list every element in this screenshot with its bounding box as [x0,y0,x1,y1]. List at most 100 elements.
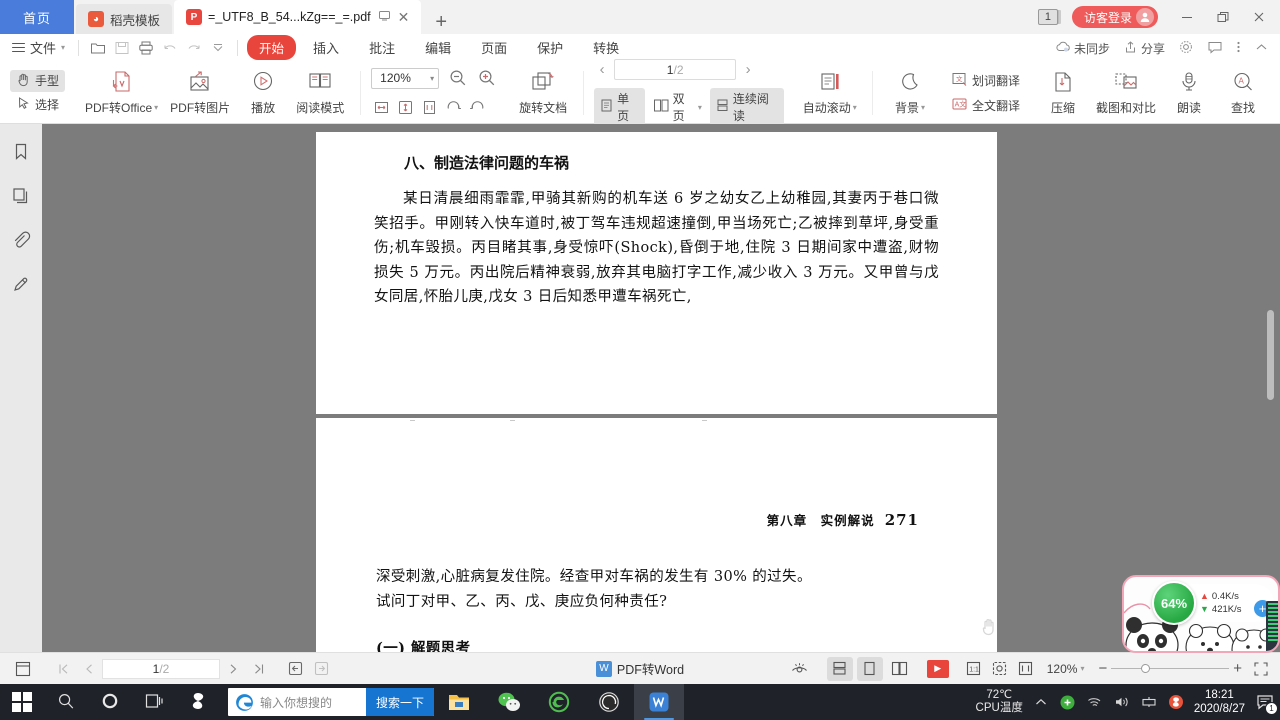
login-button[interactable]: 访客登录 [1071,6,1158,28]
open-icon[interactable] [86,37,110,59]
notification-center-button[interactable]: 1 [1254,691,1278,715]
fit-width-icon[interactable] [1015,659,1037,679]
taskbar-search-submit[interactable]: 搜索一下 [366,688,435,716]
file-menu-button[interactable]: 文件 ▾ [6,38,71,57]
ime-icon[interactable] [1140,693,1158,711]
sync-status-button[interactable]: 未同步 [1050,40,1115,57]
minimize-button[interactable] [1170,2,1204,32]
fullscreen-icon[interactable] [1250,659,1272,679]
start-button[interactable] [0,684,44,720]
tab-pdf-document[interactable]: P =_UTF8_B_54...kZg==_=.pdf ✕ [174,0,422,34]
show-hidden-icons-icon[interactable] [1032,693,1050,711]
vertical-scrollbar-thumb[interactable] [1267,310,1274,400]
tab-restore-icon[interactable] [377,9,392,25]
next-page-icon[interactable] [220,657,246,681]
ribbon-tab-comment[interactable]: 批注 [356,35,408,60]
rotate-left-icon[interactable] [467,97,488,118]
volume-icon[interactable] [1113,693,1131,711]
presentation-play-button[interactable]: ▶ [926,659,949,678]
view-continuous-icon[interactable] [826,656,853,681]
document-count-badge[interactable]: 1 [1037,9,1058,25]
taskbar-search-box[interactable]: 输入你想搜的 搜索一下 [228,688,435,716]
status-page-input[interactable]: 1/2 [102,658,220,679]
zoom-slider-track[interactable] [1111,664,1230,673]
cpu-usage-badge[interactable]: 64% [1152,581,1196,625]
actual-size-icon[interactable]: 1:1 [963,659,985,679]
eye-protect-icon[interactable] [787,657,813,681]
zoom-slider[interactable]: − + [1094,660,1246,677]
maximize-button[interactable] [1206,2,1240,32]
zoom-out-icon[interactable] [447,68,468,89]
zoom-slider-knob[interactable] [1141,664,1151,673]
network-monitor-widget[interactable]: ▲ 0.4K/s ▼ 421K/s 64% + [1122,575,1280,653]
forward-view-icon[interactable] [308,657,334,681]
last-page-icon[interactable] [246,657,272,681]
feedback-button[interactable] [1202,40,1228,57]
page-number-input[interactable]: 1/2 [614,59,737,80]
wifi-icon[interactable] [1086,693,1104,711]
back-view-icon[interactable] [282,657,308,681]
new-tab-button[interactable]: + [421,12,461,34]
fit-width-icon[interactable] [371,97,392,118]
thumbnail-icon[interactable] [9,184,33,208]
fit-page-icon[interactable] [395,97,416,118]
pdf-viewport[interactable]: 八、制造法律问题的车祸 某日清晨细雨霏霏,甲骑其新购的机车送 6 岁之幼女乙上幼… [42,124,1280,652]
taskbar-clock[interactable]: 18:21 2020/8/27 [1194,688,1245,716]
zoom-in-icon[interactable] [476,68,497,89]
select-tool-button[interactable]: 选择 [10,94,65,116]
double-page-button[interactable]: 双页 ▾ [648,88,707,126]
vertical-scrollbar-track[interactable] [1267,124,1277,652]
ribbon-tab-protect[interactable]: 保护 [524,35,576,60]
collapse-ribbon-button[interactable] [1249,40,1274,57]
close-button[interactable] [1242,2,1276,32]
pdf-to-word-status-button[interactable]: W PDF转Word [595,659,684,678]
zoom-level-select[interactable]: 120% ▾ [371,67,440,89]
cortana-button[interactable] [88,684,132,720]
ribbon-tab-convert[interactable]: 转换 [580,35,632,60]
print-icon[interactable] [134,37,158,59]
background-button[interactable]: 背景 ▾ [883,68,937,118]
find-button[interactable]: A 查找 [1216,68,1270,118]
bookmark-icon[interactable] [9,140,33,164]
status-zoom-level[interactable]: 120% ▾ [1047,662,1085,676]
read-mode-button[interactable]: 阅读模式 [290,68,350,118]
screenshot-compare-button[interactable]: 截图和对比 [1090,68,1162,118]
prev-page-icon[interactable] [76,657,102,681]
prev-page-icon[interactable]: ‹ [594,61,610,78]
first-page-icon[interactable] [50,657,76,681]
ribbon-tab-insert[interactable]: 插入 [300,35,352,60]
more-options-button[interactable] [1231,39,1246,58]
continuous-read-button[interactable]: 连续阅读 [709,88,784,126]
ribbon-tab-page[interactable]: 页面 [468,35,520,60]
single-page-button[interactable]: 单页 [594,88,645,126]
full-translate-button[interactable]: A文 全文翻译 [945,94,1026,117]
taskbar-app-wps-office[interactable] [634,684,685,720]
ribbon-tab-edit[interactable]: 编辑 [412,35,464,60]
taskbar-app-file-explorer[interactable] [434,684,484,720]
tab-close-icon[interactable]: ✕ [398,9,410,26]
annotation-icon[interactable] [9,272,33,296]
pdf-to-image-button[interactable]: PDF转图片 [164,68,236,118]
tab-template[interactable]: ◕ 稻壳模板 [76,4,173,34]
rotate-right-icon[interactable] [443,97,464,118]
tab-home[interactable]: 首页 [0,0,74,34]
save-icon[interactable] [110,37,134,59]
actual-size-icon[interactable] [419,97,440,118]
play-button[interactable]: 播放 [236,68,290,118]
read-aloud-button[interactable]: 朗读 [1162,68,1216,118]
attachment-icon[interactable] [9,228,33,252]
taskbar-app-wechat[interactable] [484,684,534,720]
rotate-document-button[interactable]: 旋转文档 [513,68,573,118]
shield-icon[interactable] [1059,693,1077,711]
sidebar-toggle-icon[interactable] [10,657,36,681]
undo-icon[interactable] [158,37,182,59]
taskbar-search-button[interactable] [44,684,88,720]
hand-tool-button[interactable]: 手型 [10,69,66,92]
compress-button[interactable]: 压缩 [1036,68,1090,118]
taskbar-app-360-browser[interactable] [534,684,584,720]
task-view-button[interactable] [132,684,176,720]
zoom-minus-button[interactable]: − [1094,660,1111,677]
settings-button[interactable] [1173,39,1199,58]
next-page-icon[interactable]: › [740,61,756,78]
share-button[interactable]: 分享 [1118,40,1170,57]
